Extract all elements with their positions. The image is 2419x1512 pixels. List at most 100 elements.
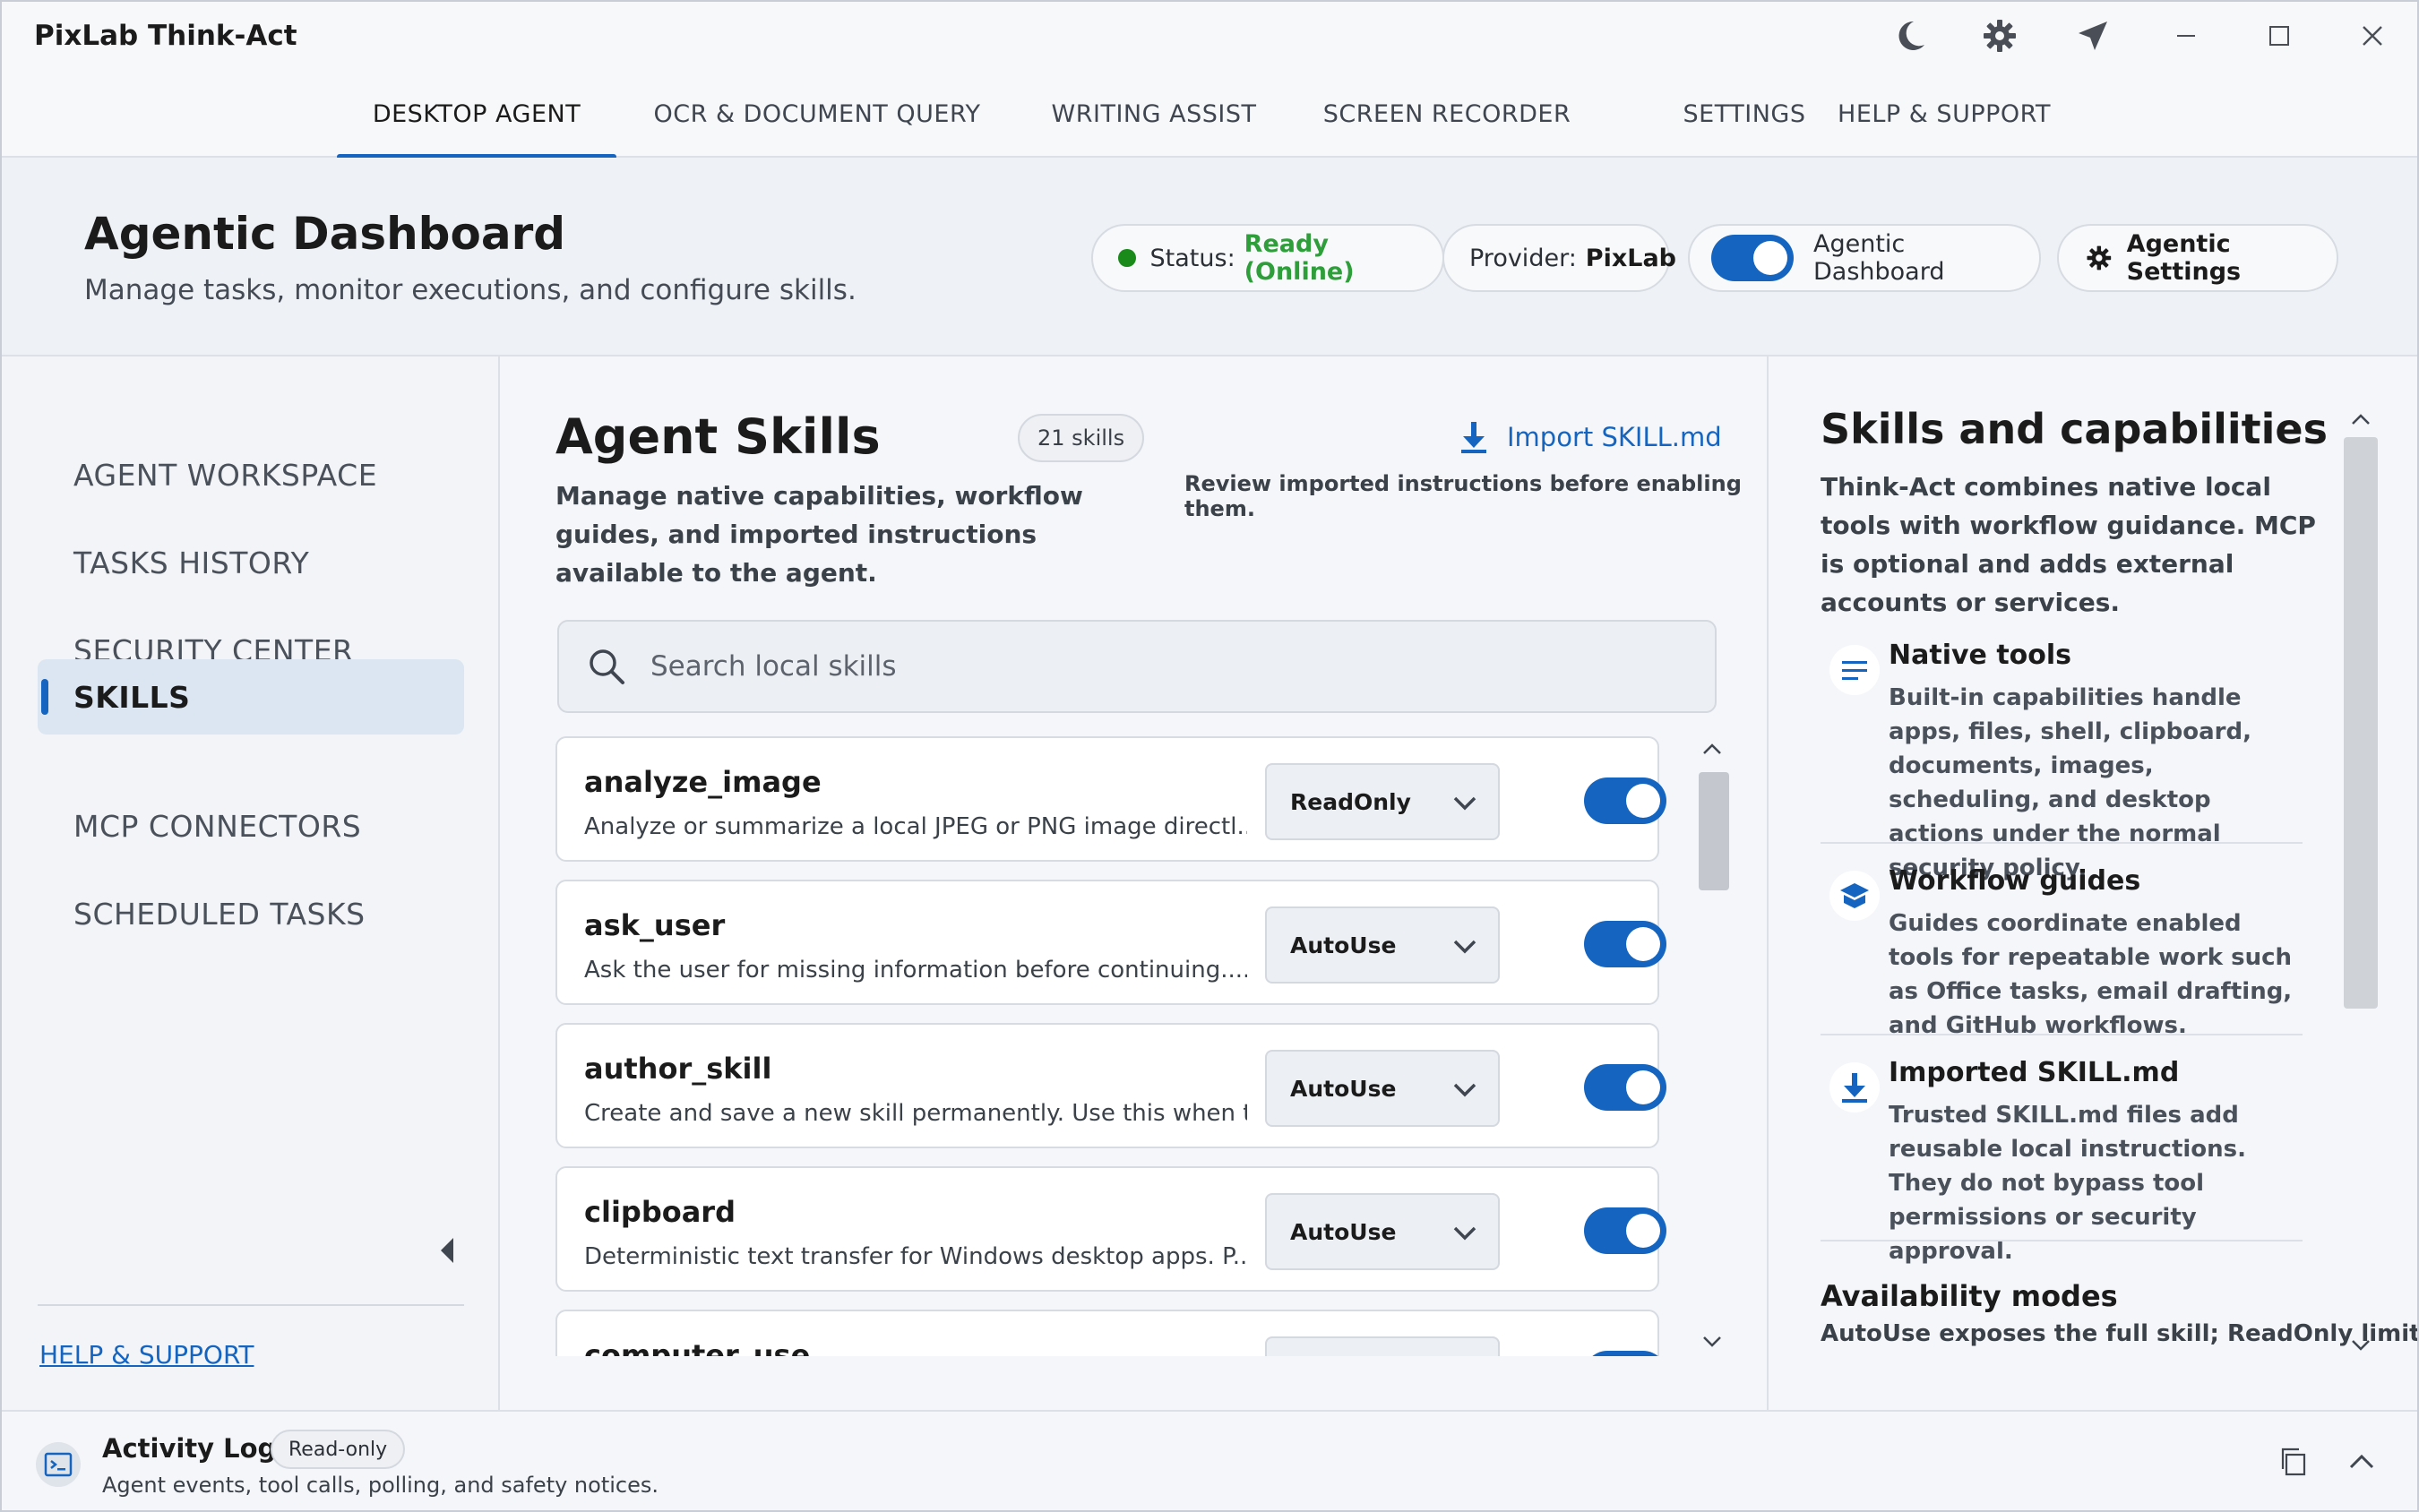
skill-enabled-toggle[interactable] (1584, 777, 1666, 824)
skill-enabled-toggle[interactable] (1584, 921, 1666, 967)
download-icon (1461, 422, 1486, 453)
title-bar: PixLab Think-Act (2, 2, 2417, 70)
capability-divider (1821, 1034, 2303, 1035)
capability-title: Imported SKILL.md (1889, 1057, 2180, 1088)
search-box (557, 620, 1717, 713)
capability-native-tools: Native tools Built-in capabilities handl… (1821, 640, 2303, 881)
skill-mode-value: ReadOnly (1290, 788, 1411, 815)
terminal-icon (36, 1442, 81, 1487)
skills-list-scroll-thumb[interactable] (1699, 772, 1729, 890)
moon-icon[interactable] (1890, 16, 1930, 56)
sidebar-item-mcp-connectors[interactable]: MCP CONNECTORS (38, 788, 464, 863)
skill-mode-select[interactable]: ReadOnly (1265, 763, 1500, 840)
status-value: Ready (Online) (1244, 230, 1355, 286)
skills-count-badge: 21 skills (1018, 414, 1145, 462)
availability-modes-body: AutoUse exposes the full skill; ReadOnly… (1821, 1320, 2419, 1347)
chevron-down-icon (1453, 796, 1476, 811)
collapse-sidebar-icon[interactable] (434, 1233, 461, 1268)
tab-desktop-agent[interactable]: DESKTOP AGENT (337, 70, 616, 159)
provider-value: PixLab (1585, 244, 1677, 272)
skill-description: Ask the user for missing information bef… (584, 957, 1247, 984)
chevron-up-icon[interactable] (2349, 410, 2372, 428)
agentic-settings-button[interactable]: Agentic Settings (2057, 224, 2338, 292)
chevron-up-icon[interactable] (2344, 1444, 2380, 1480)
sidebar-item-tasks-history[interactable]: TASKS HISTORY (38, 525, 464, 600)
chevron-down-icon[interactable] (1700, 1333, 1724, 1351)
skill-description: Create and save a new skill permanently.… (584, 1100, 1247, 1127)
read-only-badge: Read-only (271, 1430, 406, 1469)
tab-writing-assist[interactable]: WRITING ASSIST (1041, 70, 1267, 158)
app-title: PixLab Think-Act (34, 20, 297, 52)
skill-enabled-toggle[interactable] (1584, 1207, 1666, 1254)
skill-card-author-skill: author_skill Create and save a new skill… (555, 1023, 1666, 1148)
capabilities-title: Skills and capabilities (1821, 405, 2328, 453)
copy-icon[interactable] (2276, 1444, 2311, 1480)
page-subtitle: Manage tasks, monitor executions, and co… (84, 274, 857, 306)
search-input[interactable] (650, 650, 1636, 683)
capabilities-scrollbar[interactable] (2342, 410, 2378, 1360)
page-title: Agentic Dashboard (84, 208, 566, 260)
provider-pill: Provider: PixLab (1442, 224, 1676, 292)
skills-list-scrollbar[interactable] (1693, 736, 1729, 1356)
capabilities-scroll-thumb[interactable] (2344, 437, 2378, 1009)
sidebar-item-skills[interactable]: SKILLS (38, 659, 464, 735)
skill-card-clipboard: clipboard Deterministic text transfer fo… (555, 1166, 1666, 1292)
skill-enabled-toggle[interactable] (1584, 1351, 1666, 1356)
provider-label: Provider: (1469, 244, 1577, 272)
skill-mode-value: AutoUse (1290, 1075, 1397, 1102)
capability-title: Native tools (1889, 640, 2072, 671)
maximize-icon[interactable] (2260, 16, 2299, 56)
skill-mode-value: AutoUse (1290, 1218, 1397, 1245)
chevron-down-icon (1453, 1226, 1476, 1241)
capability-body: Built-in capabilities handle apps, files… (1889, 684, 2251, 881)
agentic-settings-label: Agentic Settings (2126, 230, 2242, 286)
main-tab-bar: DESKTOP AGENT OCR & DOCUMENT QUERY WRITI… (2, 70, 2417, 159)
tab-screen-recorder[interactable]: SCREEN RECORDER (1322, 70, 1571, 158)
sidebar-help-link[interactable]: HELP & SUPPORT (39, 1340, 254, 1370)
gear-icon[interactable] (1980, 16, 2019, 56)
skill-mode-select[interactable] (1265, 1336, 1500, 1356)
gear-icon (2087, 245, 2112, 271)
skill-name: author_skill (584, 1052, 772, 1086)
close-icon[interactable] (2353, 16, 2392, 56)
capabilities-intro: Think-Act combines native local tools wi… (1821, 472, 2316, 617)
capability-title: Workflow guides (1889, 865, 2141, 897)
skill-enabled-toggle[interactable] (1584, 1064, 1666, 1111)
tab-settings[interactable]: SETTINGS (1670, 70, 1819, 158)
search-icon (590, 649, 624, 684)
activity-logs-bar[interactable]: Activity Logs Read-only Agent events, to… (2, 1410, 2417, 1510)
skill-description: Analyze or summarize a local JPEG or PNG… (584, 813, 1247, 840)
minimize-icon[interactable] (2166, 16, 2206, 56)
sidebar-item-scheduled-tasks[interactable]: SCHEDULED TASKS (38, 876, 464, 951)
skill-mode-select[interactable]: AutoUse (1265, 1050, 1500, 1127)
skill-mode-select[interactable]: AutoUse (1265, 906, 1500, 984)
chevron-down-icon (1453, 940, 1476, 954)
sidebar-item-agent-workspace[interactable]: AGENT WORKSPACE (38, 437, 464, 512)
skill-name: computer_use (584, 1338, 811, 1356)
capability-body: Guides coordinate enabled tools for repe… (1889, 910, 2293, 1039)
tab-ocr-document-query[interactable]: OCR & DOCUMENT QUERY (643, 70, 991, 158)
capability-divider (1821, 1240, 2303, 1241)
skills-list: analyze_image Analyze or summarize a loc… (555, 736, 1733, 1356)
agentic-dashboard-toggle[interactable] (1711, 235, 1794, 281)
send-icon[interactable] (2073, 16, 2113, 56)
skill-name: ask_user (584, 908, 726, 942)
agentic-dashboard-toggle-label: Agentic Dashboard (1813, 230, 1945, 286)
capability-divider (1821, 842, 2303, 844)
app-window: PixLab Think-Act DESKTOP AGENT OCR & DOC… (0, 0, 2419, 1512)
status-dot-icon (1118, 249, 1136, 267)
capability-body: Trusted SKILL.md files add reusable loca… (1889, 1102, 2247, 1265)
status-label: Status: (1149, 244, 1235, 272)
skills-title: Agent Skills (555, 408, 881, 465)
skill-card-computer-use: computer_use (555, 1310, 1666, 1356)
dashboard-header: Agentic Dashboard Manage tasks, monitor … (2, 158, 2417, 357)
chevron-up-icon[interactable] (1700, 740, 1724, 758)
skill-mode-select[interactable]: AutoUse (1265, 1193, 1500, 1270)
chevron-down-icon[interactable] (2349, 1336, 2372, 1354)
status-pill: Status: Ready (Online) (1091, 224, 1444, 292)
import-skill-button[interactable]: Import SKILL.md (1459, 412, 1722, 462)
sidebar: AGENT WORKSPACE TASKS HISTORY SECURITY C… (2, 357, 500, 1410)
capability-imported-skill: Imported SKILL.md Trusted SKILL.md files… (1821, 1057, 2303, 1265)
tab-help-support[interactable]: HELP & SUPPORT (1829, 70, 2059, 158)
layers-icon (1829, 871, 1880, 921)
